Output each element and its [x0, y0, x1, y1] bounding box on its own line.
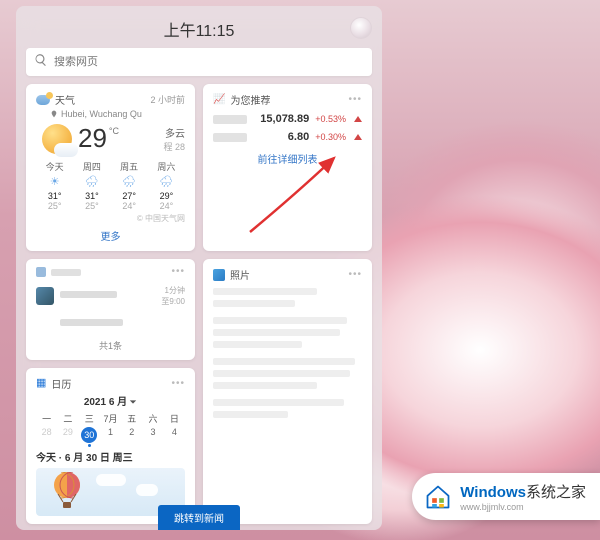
weather-title: 天气 [55, 92, 75, 107]
weather-updated: 2 小时前 [150, 93, 185, 106]
stock-row[interactable]: 6.80+0.30% [213, 131, 362, 143]
weather-condition-icon [42, 124, 72, 154]
jump-to-news-button[interactable]: 跳转到新闻 [158, 505, 240, 530]
widgets-panel: 上午11:15 天气 2 小时前 Hubei, Wuchang Qu 29°C … [16, 6, 382, 530]
weather-temp: 29°C [78, 123, 119, 154]
user-avatar[interactable] [350, 17, 372, 39]
calendar-card[interactable]: ▦ 日历 ••• 2021 6 月 一二三7月五六日 2829301234 今天… [26, 368, 195, 524]
todo-more-button[interactable]: ••• [171, 267, 185, 277]
weather-condition: 多云程 28 [163, 125, 185, 153]
todo-count: 共1条 [36, 339, 185, 352]
calendar-month[interactable]: 2021 6 月 [36, 393, 185, 408]
calendar-grid: 一二三7月五六日 2829301234 [36, 412, 185, 443]
stocks-detail-link[interactable]: 前往详细列表 [213, 151, 362, 166]
up-arrow-icon [354, 134, 362, 140]
chart-icon: 📈 [213, 94, 225, 105]
todo-item[interactable]: 1分钟 至9:00 [36, 285, 185, 307]
calendar-more-button[interactable]: ••• [171, 379, 185, 389]
watermark-text: Windows系统之家 [460, 481, 586, 502]
weather-location: Hubei, Wuchang Qu [50, 109, 185, 119]
watermark-url: www.bjjmlv.com [460, 502, 586, 512]
calendar-icon: ▦ [36, 378, 46, 389]
search-box[interactable] [26, 48, 372, 76]
photos-card[interactable]: 照片 ••• [203, 259, 372, 524]
forecast-row: 今天☀31°25° 周四🌧31°25° 周五🌧27°24° 周六🌧29°24° [36, 160, 185, 211]
balloon-icon [50, 472, 84, 512]
stocks-title: 为您推荐 [230, 92, 270, 107]
task-icon [36, 315, 54, 333]
calendar-today[interactable]: 30 [81, 427, 97, 443]
clock: 上午11:15 [164, 17, 235, 41]
photos-title: 照片 [230, 267, 250, 282]
photos-more-button[interactable]: ••• [348, 270, 362, 280]
watermark-badge: Windows系统之家 www.bjjmlv.com [412, 473, 600, 520]
task-time: 1分钟 至9:00 [161, 285, 185, 307]
up-arrow-icon [354, 116, 362, 122]
todo-card[interactable]: ••• 1分钟 至9:00 共1条 [26, 259, 195, 360]
weather-attribution: © 中国天气网 [36, 213, 185, 224]
weather-icon [36, 95, 50, 105]
task-icon [36, 287, 54, 305]
panel-header: 上午11:15 [26, 14, 372, 44]
stocks-more-button[interactable]: ••• [348, 95, 362, 105]
calendar-today-line: 今天 · 6 月 30 日 周三 [36, 449, 185, 464]
weather-more-link[interactable]: 更多 [36, 228, 185, 243]
weather-card[interactable]: 天气 2 小时前 Hubei, Wuchang Qu 29°C 多云程 28 今… [26, 84, 195, 251]
photos-icon [213, 269, 225, 281]
calendar-title: 日历 [51, 376, 71, 391]
photos-body [213, 288, 362, 418]
todo-item[interactable] [36, 315, 185, 333]
stock-row[interactable]: 15,078.89+0.53% [213, 113, 362, 125]
search-input[interactable] [54, 56, 364, 68]
stocks-card[interactable]: 📈 为您推荐 ••• 15,078.89+0.53% 6.80+0.30% 前往… [203, 84, 372, 251]
search-icon [34, 53, 48, 72]
house-logo-icon [424, 483, 452, 511]
